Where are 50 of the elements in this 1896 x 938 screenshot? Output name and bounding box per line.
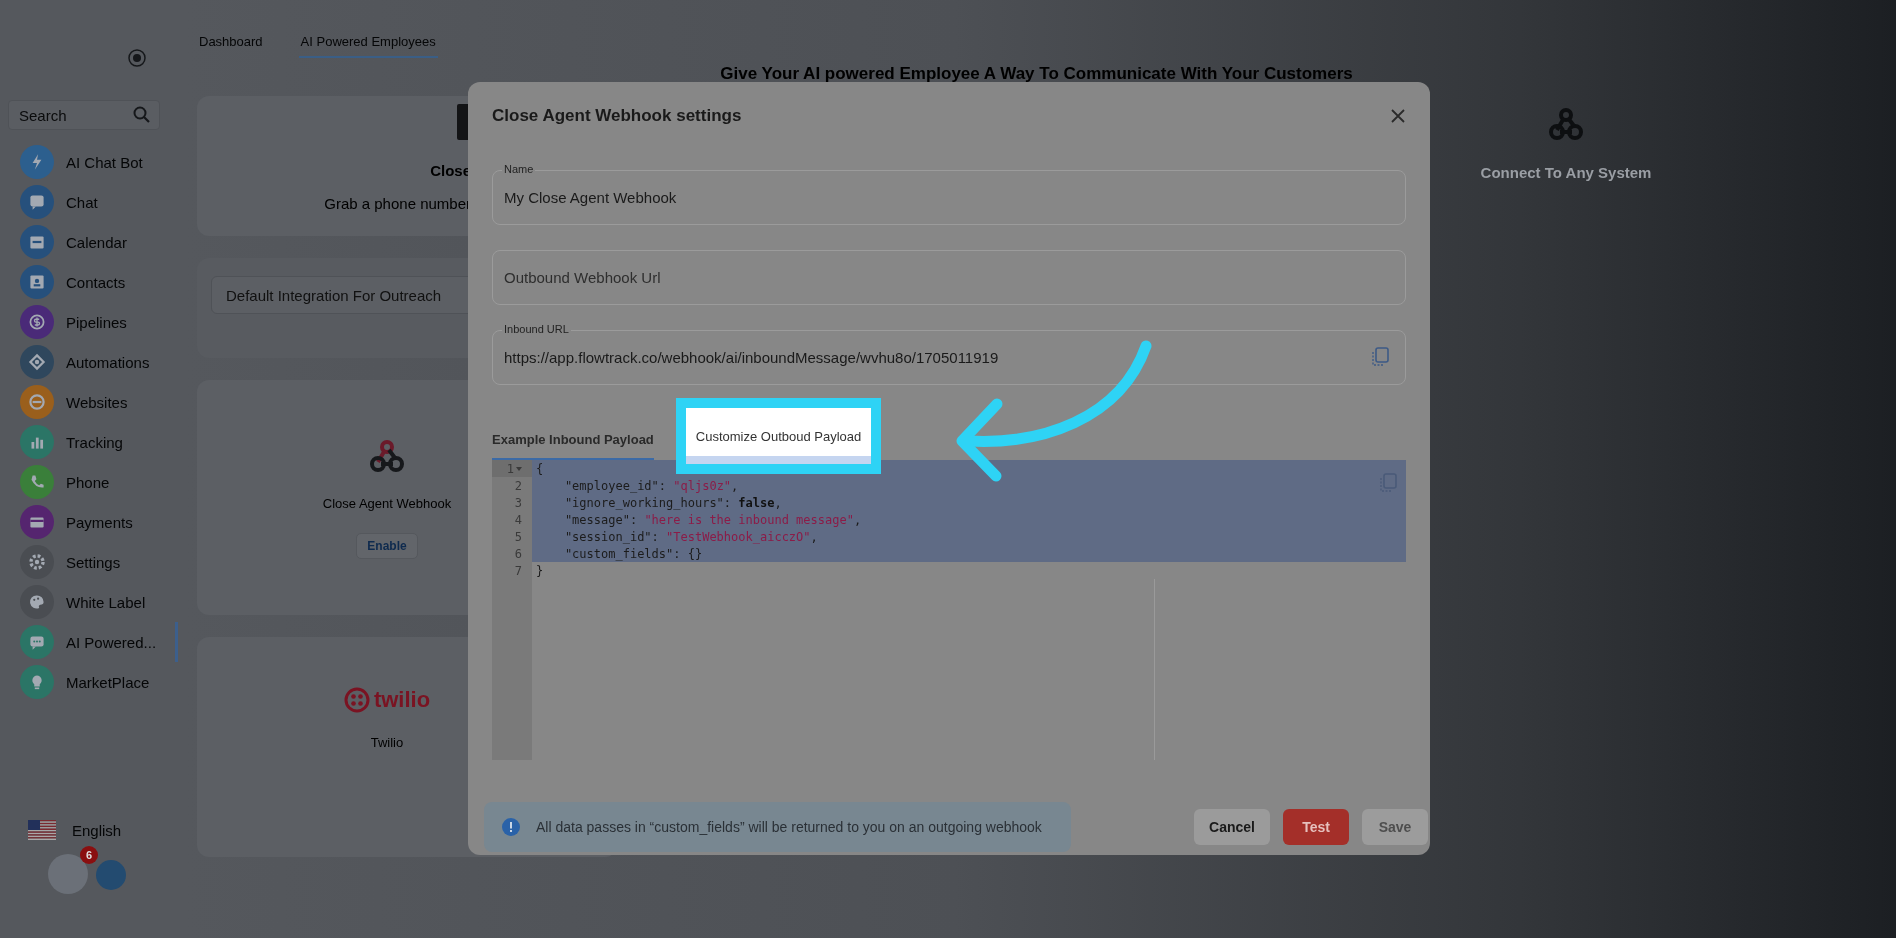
integration-name: Twilio <box>370 735 404 750</box>
sidebar-item[interactable]: White Label <box>8 582 178 622</box>
nav-tab[interactable]: Dashboard <box>197 26 265 58</box>
sidebar-item[interactable]: Websites <box>8 382 178 422</box>
enable-button[interactable]: Enable <box>356 533 418 559</box>
flag-icon <box>28 820 56 840</box>
field-label: Inbound URL <box>502 323 571 336</box>
text-field[interactable]: Outbound Webhook Url <box>492 250 1406 305</box>
sidebar-item[interactable]: AI Powered... <box>8 622 178 662</box>
line-number: 7 <box>513 562 523 579</box>
search-icon[interactable] <box>132 105 152 125</box>
line-number: 5 <box>513 528 523 545</box>
payload-tab[interactable]: Customize Outboud Payload <box>675 398 882 474</box>
sidebar-item[interactable]: Automations <box>8 342 178 382</box>
sidebar-item[interactable]: Payments <box>8 502 178 542</box>
card-title: Connect To Any System <box>1480 164 1652 181</box>
fold-icon[interactable] <box>516 465 522 472</box>
search-field[interactable]: Search <box>8 100 160 130</box>
sidebar-item[interactable]: Calendar <box>8 222 178 262</box>
avatar[interactable] <box>96 860 126 890</box>
sidebar-item[interactable]: AI Chat Bot <box>8 142 178 182</box>
integration-name: Close Agent Webhook <box>322 496 452 511</box>
field-label: Name <box>502 163 536 176</box>
sidebar-item[interactable]: Tracking <box>8 422 178 462</box>
page-heading: Give Your AI powered Employee A Way To Communicate With Your Customers <box>719 64 1354 84</box>
record-icon[interactable] <box>127 48 147 68</box>
sidebar-item[interactable]: MarketPlace <box>8 662 178 702</box>
dialog-title: Close Agent Webhook settings <box>492 106 742 126</box>
sidebar-item[interactable]: Contacts <box>8 262 178 302</box>
line-number: 3 <box>513 494 523 511</box>
cancel-button[interactable]: Cancel <box>1194 809 1270 845</box>
code-line: } <box>535 562 545 579</box>
info-icon <box>502 818 520 836</box>
sidebar-item[interactable]: Chat <box>8 182 178 222</box>
close-icon[interactable] <box>1390 108 1406 124</box>
line-number: 4 <box>513 511 523 528</box>
line-number: 2 <box>513 477 523 494</box>
test-button[interactable]: Test <box>1283 809 1349 845</box>
notification-count: 6 <box>80 846 98 864</box>
nav-tab[interactable]: AI Powered Employees <box>298 26 438 58</box>
language-label[interactable]: English <box>72 821 122 839</box>
twilio-logo: twilio <box>343 687 431 713</box>
info-text: All data passes in “custom_fields” will be returned to you on an outgoing webhook <box>536 819 1042 835</box>
copy-icon[interactable] <box>1370 346 1390 368</box>
line-number: 6 <box>513 545 523 562</box>
avatar[interactable] <box>48 854 88 894</box>
sidebar-item[interactable]: Pipelines <box>8 302 178 342</box>
sidebar-item[interactable]: Phone <box>8 462 178 502</box>
sidebar-item[interactable]: Settings <box>8 542 178 582</box>
card-description: Grab a phone number <box>324 195 471 212</box>
